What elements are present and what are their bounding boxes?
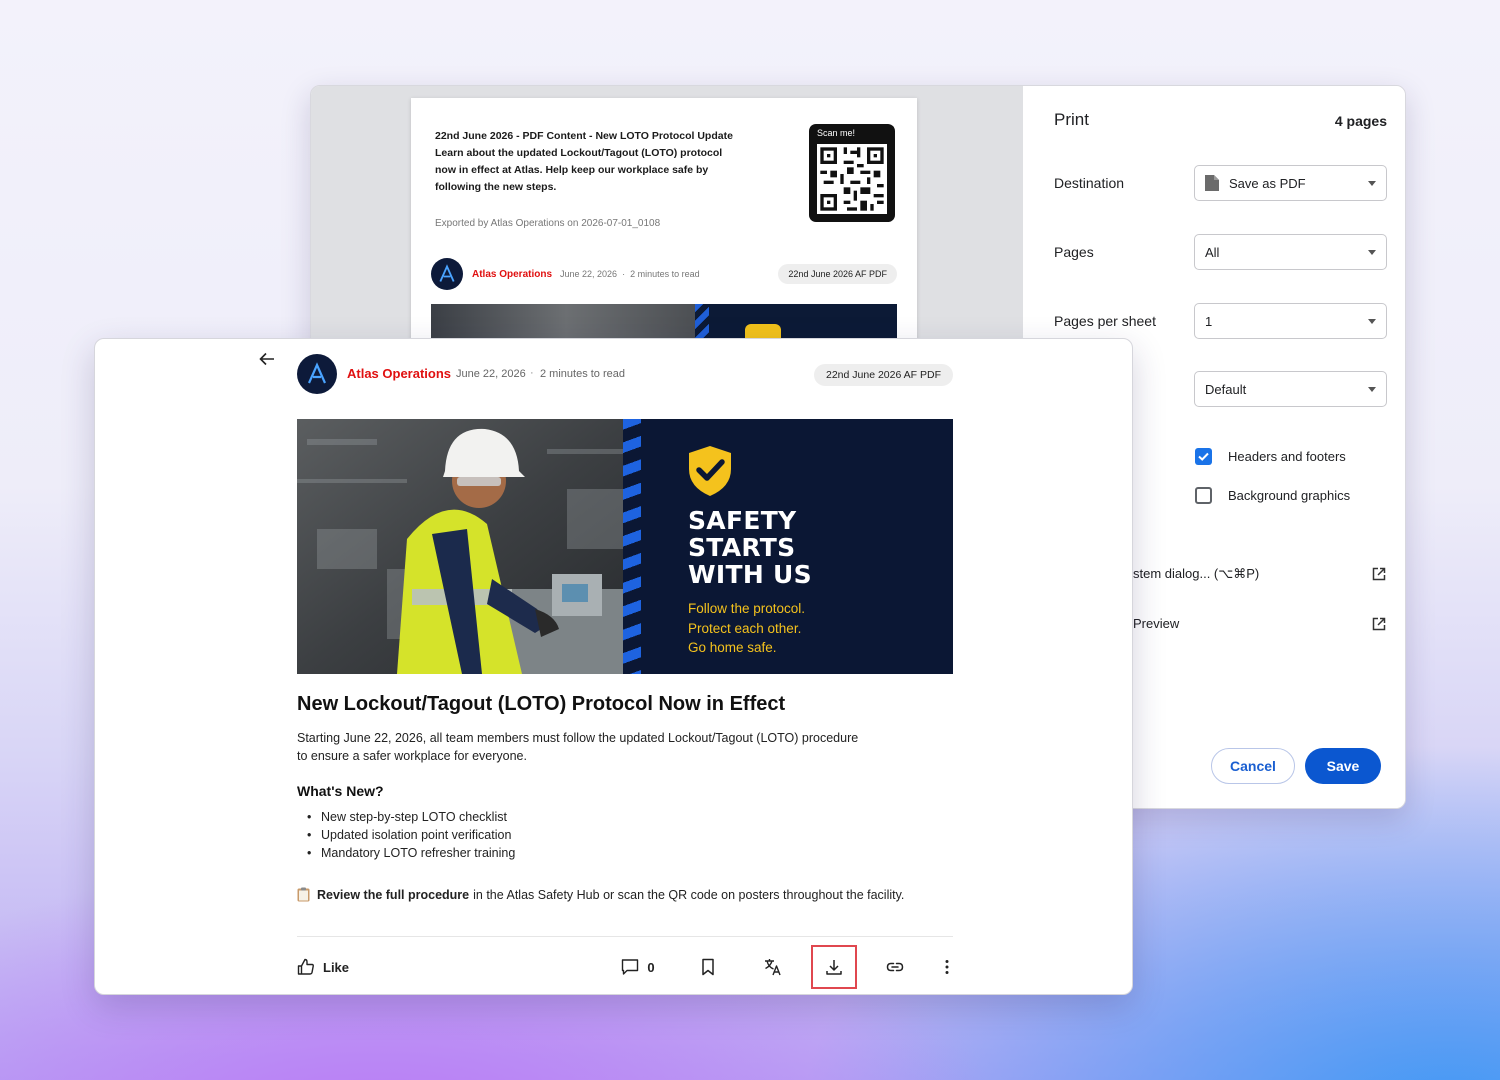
review-note-text: in the Atlas Safety Hub or scan the QR c… [473,887,905,902]
pages-label: Pages [1054,244,1094,260]
avatar [431,258,463,290]
banner-tagline-line: Protect each other. [688,620,802,636]
banner-headline: SAFETY STARTS WITH US [688,507,928,588]
preview-header-text: 22nd June 2026 - PDF Content - New LOTO … [435,128,765,196]
post-card-window: Atlas Operations June 22, 2026 · 2 minut… [94,338,1133,995]
article-intro: Starting June 22, 2026, all team members… [297,729,917,765]
atlas-logo-icon [307,362,327,384]
external-link-icon[interactable] [1372,617,1386,631]
banner-headline-line: WITH US [688,560,812,589]
preview-export-note: Exported by Atlas Operations on 2026-07-… [435,218,661,229]
external-link-icon[interactable] [1372,567,1386,581]
page-count: 4 pages [1334,113,1387,129]
qr-code-icon [817,144,887,214]
cancel-button[interactable]: Cancel [1211,748,1295,784]
destination-label: Destination [1054,175,1125,191]
whats-new-heading: What's New? [297,783,384,799]
bookmark-button[interactable] [690,945,726,989]
article-intro-line: Starting June 22, 2026, all team members… [297,731,859,745]
chevron-down-icon [1368,250,1376,255]
comment-button[interactable]: 0 [615,945,661,989]
more-options-button[interactable] [935,945,959,989]
destination-value: Save as PDF [1229,175,1306,191]
banner-tagline-line: Follow the protocol. [688,601,806,616]
pages-per-sheet-value: 1 [1205,313,1213,329]
preview-author-row: Atlas Operations June 22, 2026 · 2 minut… [431,258,897,292]
avatar[interactable] [297,354,337,394]
headers-footers-label: Headers and footers [1228,449,1346,464]
preview-author-name: Atlas Operations [472,269,553,280]
banner-tagline: Follow the protocol. Protect each other.… [688,599,805,658]
print-title: Print [1054,110,1089,129]
chevron-down-icon [1368,387,1376,392]
bookmark-icon [702,958,714,976]
preview-header-line: 22nd June 2026 - PDF Content - New LOTO … [435,130,733,142]
preview-author-meta: June 22, 2026 · 2 minutes to read [560,269,700,279]
like-label: Like [323,959,350,975]
read-time: 2 minutes to read [540,368,625,380]
comment-count: 0 [647,959,655,975]
article-intro-line: to ensure a safer workplace for everyone… [297,749,527,763]
pdf-tag-pill[interactable]: 22nd June 2026 AF PDF [814,364,953,386]
qr-label: Scan me! [817,128,856,138]
list-item: Mandatory LOTO refresher training [307,844,515,862]
worker-photo [297,419,637,674]
translate-icon [765,959,781,976]
list-item: New step-by-step LOTO checklist [307,808,515,826]
preview-pdf-pill: 22nd June 2026 AF PDF [778,264,897,284]
destination-select[interactable]: Save as PDF [1194,165,1387,201]
more-vertical-icon [945,960,949,974]
preview-read-time: 2 minutes to read [630,269,700,279]
like-icon [297,958,314,975]
preview-date: June 22, 2026 [560,269,618,279]
action-divider [297,936,953,937]
margins-value: Default [1205,381,1247,397]
banner-tagline-line: Go home safe. [688,640,777,655]
like-button[interactable]: Like [297,945,357,989]
pages-per-sheet-label: Pages per sheet [1054,313,1156,329]
banner-headline-line: STARTS [688,533,796,562]
pages-per-sheet-select[interactable]: 1 [1194,303,1387,339]
post-action-bar: Like 0 [297,945,953,989]
margins-select[interactable]: Default [1194,371,1387,407]
post-banner-image: SAFETY STARTS WITH US Follow the protoco… [297,419,953,674]
list-item: Updated isolation point verification [307,826,515,844]
save-button[interactable]: Save [1305,748,1381,784]
download-button[interactable] [811,945,857,989]
banner-headline-line: SAFETY [688,506,797,535]
headers-footers-checkbox[interactable] [1195,448,1212,465]
preview-header-line: Learn about the updated Lockout/Tagout (… [435,147,723,159]
download-icon [826,960,842,975]
meta-separator: · [530,367,534,379]
review-note-bold: Review the full procedure [317,887,470,902]
preview-header-line: following the new steps. [435,181,557,193]
check-icon [1198,452,1209,461]
pages-value: All [1205,244,1220,260]
pages-select[interactable]: All [1194,234,1387,270]
link-icon [886,962,904,972]
review-note: Review the full procedure in the Atlas S… [297,887,904,902]
comment-icon [622,959,639,975]
system-dialog-link[interactable]: stem dialog... (⌥⌘P) [1133,566,1259,582]
chevron-down-icon [1368,319,1376,324]
author-name[interactable]: Atlas Operations [347,366,451,381]
whats-new-list: New step-by-step LOTO checklist Updated … [307,808,515,862]
atlas-logo-icon [439,264,455,282]
document-icon [1205,175,1219,191]
chevron-down-icon [1368,181,1376,186]
clipboard-icon [297,887,310,902]
author-row: Atlas Operations June 22, 2026 · 2 minut… [297,354,953,394]
post-date: June 22, 2026 [456,368,526,380]
back-arrow-icon[interactable] [258,350,276,368]
preview-header-line: now in effect at Atlas. Help keep our wo… [435,164,709,176]
banner-stripe [623,419,641,674]
translate-button[interactable] [755,945,791,989]
background-graphics-checkbox[interactable] [1195,487,1212,504]
copy-link-button[interactable] [877,945,913,989]
open-preview-link[interactable]: Preview [1133,616,1179,631]
background-graphics-label: Background graphics [1228,488,1351,503]
shield-check-icon [689,446,731,496]
preview-qr-badge: Scan me! [809,124,895,222]
article-title: New Lockout/Tagout (LOTO) Protocol Now i… [297,693,786,715]
